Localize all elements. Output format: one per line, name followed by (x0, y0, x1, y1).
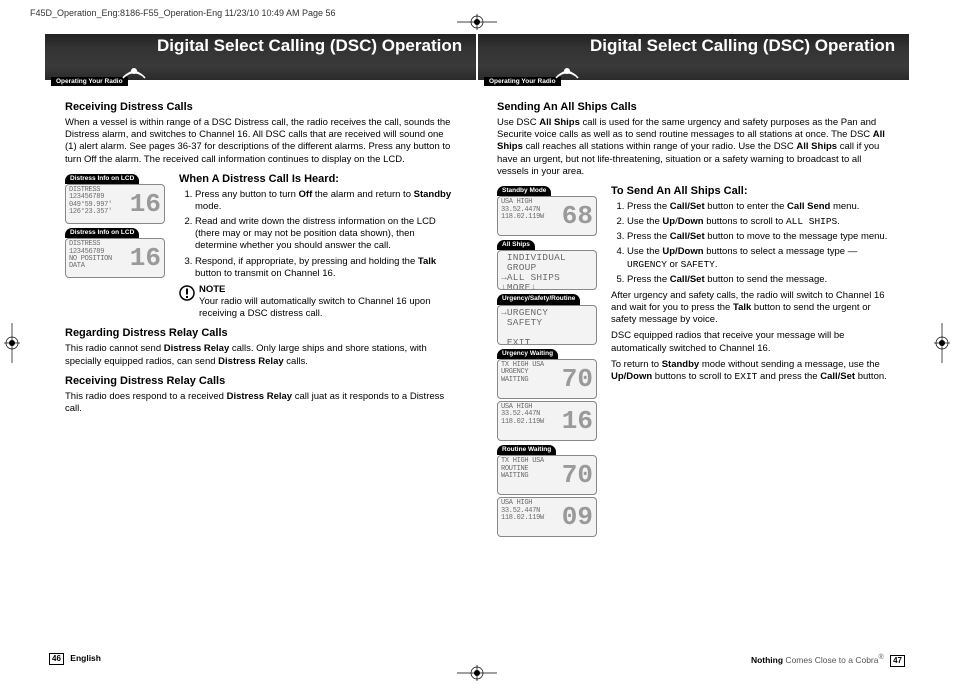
lcd-column-right: Standby Mode USA HIGH 33.52.447N 118.02.… (497, 184, 605, 540)
lcd-channel: 68 (561, 197, 596, 235)
footer-language: English (70, 653, 101, 663)
h-receiving: Receiving Distress Calls (65, 100, 457, 114)
content-spread: Receiving Distress Calls When a vessel i… (45, 90, 909, 645)
lcd-channel: 16 (129, 185, 164, 223)
step-item: Press the Call/Set button to enter the C… (627, 201, 889, 213)
right-steps-column: To Send An All Ships Call: Press the Cal… (605, 184, 889, 540)
note-title: NOTE (199, 284, 457, 296)
lcd-channel: 16 (129, 239, 164, 277)
lcd-text: →URGENCY SAFETY EXIT (498, 306, 596, 344)
banner-bar: Operating Your Radio Digital Select Call… (45, 34, 909, 80)
lcd-text: TX HIGH USA ROUTINE WAITING (498, 456, 561, 494)
lcd-text: DISTRESS 123456789 049°59.997' 126°23.35… (66, 185, 129, 223)
step-item: Press the Call/Set button to move to the… (627, 231, 889, 243)
lcd-channel: 70 (561, 360, 596, 398)
h-tosend: To Send An All Ships Call: (611, 184, 889, 198)
step-item: Press the Call/Set button to send the me… (627, 274, 889, 286)
h-when-heard: When A Distress Call Is Heard: (179, 172, 457, 186)
footer-left: 46 English (45, 653, 101, 667)
note-body: Your radio will automatically switch to … (199, 296, 457, 320)
lcd-screen: TX HIGH USA ROUTINE WAITING 70 (497, 455, 597, 495)
lcd-screen: TX HIGH USA URGENCY WAITING 70 (497, 359, 597, 399)
lcd-screen: DISTRESS 123456789 NO POSITION DATA 16 (65, 238, 165, 278)
p-recv-relay: This radio does respond to a received Di… (65, 391, 457, 415)
page-number-left: 46 (49, 653, 64, 665)
lcd-text: DISTRESS 123456789 NO POSITION DATA (66, 239, 129, 277)
registration-mark-top (457, 14, 497, 30)
registration-mark-right (934, 323, 950, 363)
lcd-text: USA HIGH 33.52.447N 118.02.119W (498, 402, 561, 440)
lcd-label: Routine Waiting (497, 445, 556, 455)
page-footer: 46 English Nothing Comes Close to a Cobr… (45, 653, 909, 667)
lcd-screen: DISTRESS 123456789 049°59.997' 126°23.35… (65, 184, 165, 224)
lcd-text: USA HIGH 33.52.447N 118.02.119W (498, 197, 561, 235)
p-return: To return to Standby mode without sendin… (611, 359, 889, 383)
p-after: After urgency and safety calls, the radi… (611, 290, 889, 326)
banner-right: Operating Your Radio Digital Select Call… (478, 34, 909, 80)
step-item: Use the Up/Down buttons to scroll to ALL… (627, 216, 889, 228)
lcd-screen: INDIVIDUAL GROUP →ALL SHIPS ↓MORE↓ (497, 250, 597, 290)
page-root: F45D_Operation_Eng:8186-F55_Operation-En… (0, 0, 954, 685)
lcd-text: TX HIGH USA URGENCY WAITING (498, 360, 561, 398)
lcd-screen: USA HIGH 33.52.447N 118.02.119W 16 (497, 401, 597, 441)
left-steps-column: When A Distress Call Is Heard: Press any… (173, 172, 457, 321)
lcd-screen: USA HIGH 33.52.447N 118.02.119W 68 (497, 196, 597, 236)
lcd-label: Urgency/Safety/Routine (497, 294, 580, 304)
lcd-label: Standby Mode (497, 186, 551, 196)
step-item: Press any button to turn Off the alarm a… (195, 189, 457, 213)
banner-title-left: Digital Select Calling (DSC) Operation (157, 36, 462, 56)
step-item: Use the Up/Down buttons to select a mess… (627, 246, 889, 270)
lcd-screen: USA HIGH 33.52.447N 118.02.119W 09 (497, 497, 597, 537)
note-block: NOTE Your radio will automatically switc… (179, 284, 457, 320)
h-recv-relay: Receiving Distress Relay Calls (65, 374, 457, 388)
footer-right: Nothing Comes Close to a Cobra® 47 (751, 653, 909, 667)
p-sending: Use DSC All Ships call is used for the s… (497, 117, 889, 178)
p-receiving: When a vessel is within range of a DSC D… (65, 117, 457, 166)
lcd-channel: 16 (561, 402, 596, 440)
lcd-label: Distress Info on LCD (65, 174, 139, 184)
h-regarding: Regarding Distress Relay Calls (65, 326, 457, 340)
lcd-label: Urgency Waiting (497, 349, 558, 359)
lcd-screen: →URGENCY SAFETY EXIT (497, 305, 597, 345)
left-page: Receiving Distress Calls When a vessel i… (45, 90, 477, 645)
file-header-line: F45D_Operation_Eng:8186-F55_Operation-En… (30, 8, 336, 18)
note-icon (179, 284, 199, 320)
lcd-channel: 09 (561, 498, 596, 536)
step-item: Respond, if appropriate, by pressing and… (195, 256, 457, 280)
page-number-right: 47 (890, 655, 905, 667)
radio-wave-icon (550, 57, 584, 84)
banner-left: Operating Your Radio Digital Select Call… (45, 34, 476, 80)
lcd-channel: 70 (561, 456, 596, 494)
radio-wave-icon (117, 57, 151, 84)
p-regarding: This radio cannot send Distress Relay ca… (65, 343, 457, 367)
p-dsc: DSC equipped radios that receive your me… (611, 330, 889, 354)
lcd-text: INDIVIDUAL GROUP →ALL SHIPS ↓MORE↓ (498, 251, 596, 289)
lcd-label: All Ships (497, 240, 535, 250)
lcd-text: USA HIGH 33.52.447N 118.02.119W (498, 498, 561, 536)
h-sending: Sending An All Ships Calls (497, 100, 889, 114)
lcd-column-left: Distress Info on LCD DISTRESS 123456789 … (65, 172, 173, 321)
step-item: Read and write down the distress informa… (195, 216, 457, 252)
right-page: Sending An All Ships Calls Use DSC All S… (477, 90, 909, 645)
registration-mark-bottom (457, 665, 497, 681)
registration-mark-left (4, 323, 20, 363)
lcd-label: Distress Info on LCD (65, 228, 139, 238)
banner-title-right: Digital Select Calling (DSC) Operation (590, 36, 895, 56)
